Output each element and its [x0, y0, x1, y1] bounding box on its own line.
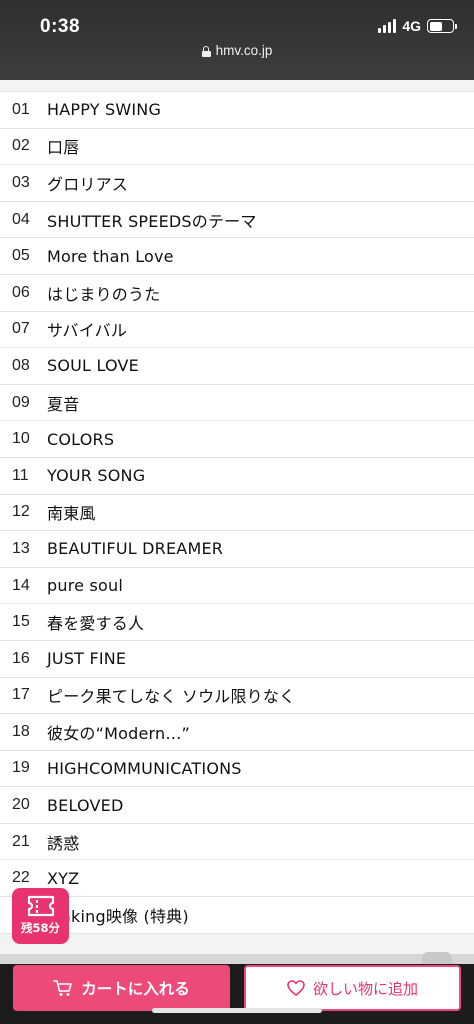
track-title: 口唇: [47, 138, 80, 158]
track-title: 誘惑: [47, 833, 80, 853]
track-list: 01 HAPPY SWING 02 口唇 03 グロリアス 04 SHUTTER SPEEDS…: [0, 92, 474, 934]
track-number: 20: [12, 796, 30, 814]
track-title: サバイバル: [47, 321, 128, 341]
track-title: HAPPY SWING: [47, 100, 162, 120]
track-row: 03 グロリアス: [0, 165, 474, 202]
lock-icon: [201, 46, 211, 57]
section-gap: [0, 80, 474, 92]
track-title: More than Love: [47, 246, 174, 266]
track-number: 15: [12, 613, 30, 631]
track-title: BEAUTIFUL DREAMER: [47, 539, 224, 559]
track-number: 17: [12, 686, 30, 704]
track-number: 12: [12, 503, 30, 521]
track-number: 18: [12, 722, 30, 740]
track-title: COLORS: [47, 429, 115, 449]
track-number: 04: [12, 210, 30, 228]
track-row: 12 南東風: [0, 495, 474, 532]
track-number: 16: [12, 649, 30, 667]
track-title: pure soul: [47, 576, 123, 596]
track-number: 07: [12, 320, 30, 338]
track-title: 春を愛する人: [47, 614, 145, 634]
track-row: 17 ピーク果てしなく ソウル限りなく: [0, 678, 474, 715]
track-number: 02: [12, 137, 30, 155]
ticket-badge[interactable]: 残58分: [12, 888, 69, 944]
track-number: 13: [12, 539, 30, 557]
status-indicators: 4G: [378, 18, 457, 34]
track-title: 夏音: [47, 394, 80, 414]
scroll-top-tab[interactable]: [422, 952, 452, 964]
track-number: 11: [12, 466, 29, 484]
track-row: 09 夏音: [0, 385, 474, 422]
track-title: ピーク果てしなく ソウル限りなく: [47, 687, 296, 707]
track-title: 彼女の“Modern…”: [47, 723, 191, 743]
track-title: 南東風: [47, 504, 96, 524]
track-row: 06 はじまりのうた: [0, 275, 474, 312]
status-bar: 0:38 4G hmv.co.jp: [0, 0, 474, 80]
track-row: 21 誘惑: [0, 824, 474, 861]
track-title: SHUTTER SPEEDSのテーマ: [47, 211, 257, 231]
address-url: hmv.co.jp: [215, 43, 273, 58]
track-number: 03: [12, 173, 30, 191]
cart-icon: [53, 980, 73, 996]
track-title: JUST FINE: [47, 649, 127, 669]
status-time: 0:38: [40, 16, 81, 37]
track-row: 05 More than Love: [0, 238, 474, 275]
track-row: 11 YOUR SONG: [0, 458, 474, 495]
track-row: 02 口唇: [0, 129, 474, 166]
add-to-wishlist-label: 欲しい物に追加: [312, 979, 418, 998]
signal-icon: [378, 19, 397, 33]
track-row: 13 BEAUTIFUL DREAMER: [0, 531, 474, 568]
heart-icon: [287, 980, 305, 996]
section-gap-bottom: [0, 934, 474, 964]
track-number: 01: [12, 100, 30, 118]
track-row: 04 SHUTTER SPEEDSのテーマ: [0, 202, 474, 239]
track-number: 22: [12, 869, 30, 887]
track-title: SOUL LOVE: [47, 356, 139, 376]
track-number: 14: [12, 576, 30, 594]
track-title: XYZ: [47, 868, 80, 888]
bottom-action-bar: カートに入れる 欲しい物に追加: [0, 964, 474, 1024]
track-number: 09: [12, 393, 30, 411]
track-row: 10 COLORS: [0, 421, 474, 458]
battery-icon: [427, 19, 457, 33]
track-number: 19: [12, 759, 30, 777]
track-row: 01 HAPPY SWING: [0, 92, 474, 129]
track-row: 18 彼女の“Modern…”: [0, 714, 474, 751]
track-number: 10: [12, 430, 30, 448]
track-row: 19 HIGHCOMMUNICATIONS: [0, 751, 474, 788]
track-row: 07 サバイバル: [0, 312, 474, 349]
track-number: 06: [12, 283, 30, 301]
track-title: BELOVED: [47, 795, 124, 815]
home-indicator[interactable]: [152, 1008, 322, 1013]
track-title: HIGHCOMMUNICATIONS: [47, 758, 242, 778]
track-title: はじまりのうた: [47, 284, 161, 304]
track-number: 05: [12, 247, 30, 265]
track-row: 23Making映像 (特典): [0, 897, 474, 934]
address-bar[interactable]: hmv.co.jp: [0, 43, 474, 58]
track-title: グロリアス: [47, 174, 129, 194]
track-title: YOUR SONG: [47, 466, 146, 486]
track-number: 21: [12, 832, 30, 850]
track-row: 15 春を愛する人: [0, 604, 474, 641]
ticket-icon: [27, 895, 54, 917]
track-row: 16 JUST FINE: [0, 641, 474, 678]
track-number: 08: [12, 356, 30, 374]
track-row: 22 XYZ: [0, 860, 474, 898]
track-row: 14 pure soul: [0, 568, 474, 605]
add-to-wishlist-button[interactable]: 欲しい物に追加: [244, 965, 461, 1011]
add-to-cart-button[interactable]: カートに入れる: [13, 965, 230, 1011]
track-row: 20 BELOVED: [0, 787, 474, 824]
add-to-cart-label: カートに入れる: [81, 980, 190, 998]
track-row: 08 SOUL LOVE: [0, 348, 474, 385]
network-type: 4G: [402, 18, 421, 34]
ticket-time-remaining: 残58分: [20, 921, 60, 935]
